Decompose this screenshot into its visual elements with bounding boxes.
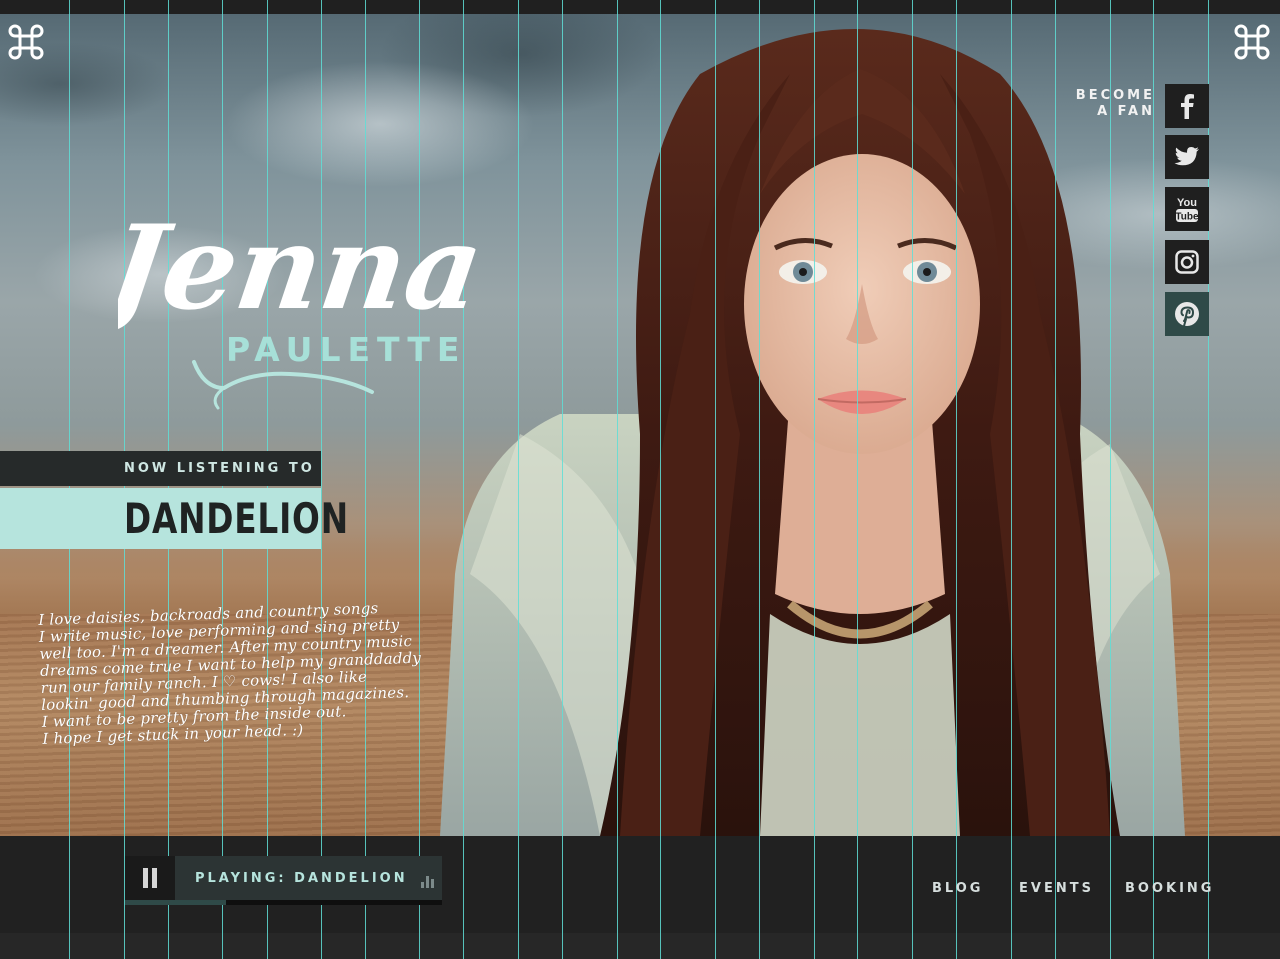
twitter-button[interactable] [1165,135,1209,179]
youtube-icon: You Tube [1175,197,1199,223]
equalizer-icon [421,872,437,888]
become-fan-line2: A FAN [1097,104,1155,119]
svg-text:Tube: Tube [1175,212,1199,223]
become-fan-label: BECOME A FAN [1035,88,1155,120]
become-fan-line1: BECOME [1075,88,1155,103]
pinterest-button[interactable] [1165,292,1209,336]
pause-icon [143,868,148,888]
twitter-icon [1174,147,1199,166]
footer-strip [0,933,1280,959]
command-icon[interactable] [6,22,46,62]
command-icon[interactable] [1232,22,1272,62]
nav-booking[interactable]: BOOKING [1125,881,1214,896]
current-song-bar: DANDELION [0,488,348,549]
playback-progress-fill [125,900,227,905]
playback-progress[interactable] [125,900,442,905]
now-listening-label: NOW LISTENING TO [124,461,315,476]
nav-blog[interactable]: BLOG [932,881,983,896]
youtube-button[interactable]: You Tube [1165,187,1209,231]
instagram-button[interactable] [1165,240,1209,284]
svg-text:You: You [1177,197,1197,209]
audio-player: PLAYING: DANDELION [125,856,442,900]
pause-icon [152,868,157,888]
pinterest-icon [1175,302,1199,327]
now-playing-text: PLAYING: DANDELION [195,871,408,886]
top-bar [0,0,1280,14]
instagram-icon [1175,250,1199,274]
nav-events[interactable]: EVENTS [1019,881,1094,896]
logo-swash [192,360,374,410]
svg-text:Jenna: Jenna [118,201,491,336]
facebook-button[interactable] [1165,84,1209,128]
now-listening-bar: NOW LISTENING TO [0,451,321,486]
pause-button[interactable] [125,856,175,900]
current-song-title: DANDELION [124,494,349,543]
facebook-icon [1181,94,1194,119]
artist-bio: I love daisies, backroads and country so… [38,597,462,748]
